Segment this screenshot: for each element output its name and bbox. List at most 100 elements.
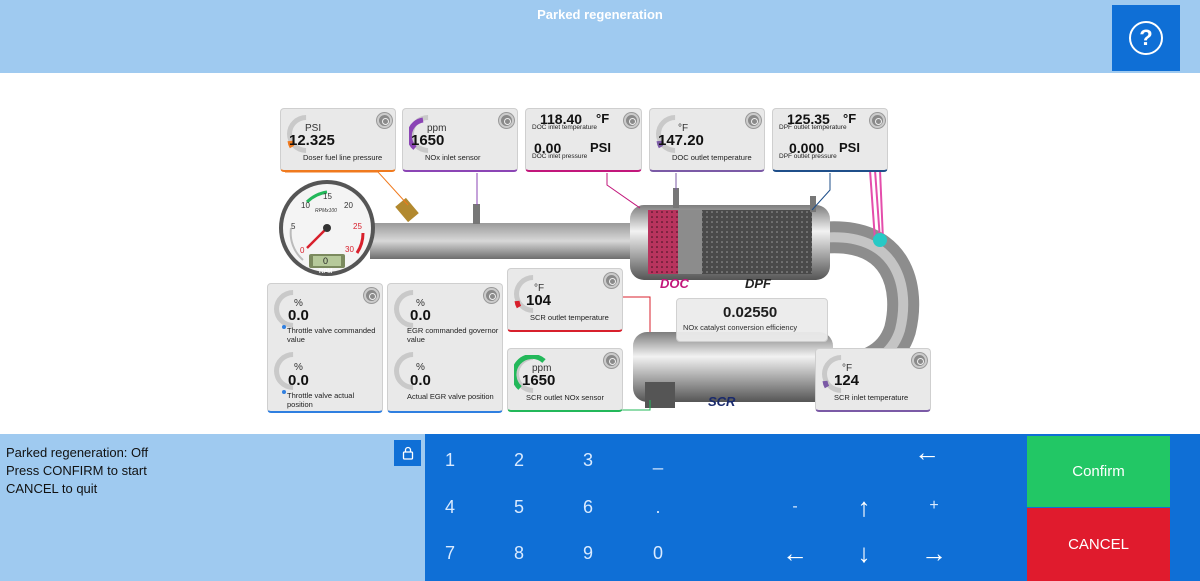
- left-arrow-key[interactable]: ←: [775, 538, 815, 569]
- nox-efficiency-value: 0.02550: [723, 304, 778, 321]
- doc-inlet-card[interactable]: 118.40 °F DOC inlet temperature 0.00 PSI…: [525, 108, 642, 172]
- tach-tick-20: 20: [344, 201, 353, 210]
- right-arrow-key[interactable]: →: [914, 538, 954, 569]
- key-dot[interactable]: .: [638, 497, 678, 518]
- dpf-outlet-temp-label: DPF outlet temperature: [779, 124, 847, 131]
- throttle-act-value: 0.0: [288, 372, 309, 389]
- doc-inlet-temp-unit: °F: [596, 111, 610, 126]
- key-5[interactable]: 5: [499, 497, 539, 518]
- doc-outlet-label: DOC outlet temperature: [672, 153, 752, 162]
- doc-label: DOC: [660, 276, 689, 291]
- nox-inlet-value: 1650: [411, 132, 445, 149]
- help-icon: ?: [1129, 21, 1163, 55]
- lock-button[interactable]: [394, 440, 421, 466]
- nox-efficiency-label: NOx catalyst conversion efficiency: [683, 323, 798, 332]
- dpf-label: DPF: [745, 276, 771, 291]
- scr-outlet-nox-card[interactable]: ppm 1650 SCR outlet NOx sensor: [506, 347, 623, 412]
- tach-tick-0: 0: [300, 246, 305, 255]
- key-6[interactable]: 6: [568, 497, 608, 518]
- gear-icon[interactable]: [364, 288, 379, 303]
- gear-icon[interactable]: [499, 113, 514, 128]
- scr-outlet-temp-card[interactable]: °F 104 SCR outlet temperature: [506, 267, 623, 332]
- dpf-outlet-pres-label: DPF outlet pressure: [779, 153, 837, 160]
- tach-tick-30: 30: [345, 245, 354, 254]
- doser-pressure-card[interactable]: PSI 12.325 Doser fuel line pressure: [279, 107, 396, 172]
- scr-outlet-temp-label: SCR outlet temperature: [530, 313, 609, 322]
- key-4[interactable]: 4: [430, 497, 470, 518]
- doc-inlet-pres-label: DOC inlet pressure: [532, 153, 588, 160]
- intake-pipe: [370, 223, 630, 259]
- gear-icon[interactable]: [624, 113, 639, 128]
- key-1[interactable]: 1: [430, 450, 470, 471]
- throttle-panel: % 0.0 Throttle valve commanded value % 0…: [266, 282, 383, 413]
- scr-outlet-temp-value: 104: [526, 292, 552, 309]
- throttle-cmd-value: 0.0: [288, 307, 309, 324]
- plus-key[interactable]: +: [914, 497, 954, 515]
- gear-icon[interactable]: [484, 288, 499, 303]
- cancel-button[interactable]: CANCEL: [1027, 508, 1170, 581]
- key-3[interactable]: 3: [568, 450, 608, 471]
- up-arrow-key[interactable]: ↑: [844, 492, 884, 523]
- down-arrow-key[interactable]: ↓: [844, 538, 884, 569]
- scr-nox-label: SCR outlet NOx sensor: [526, 393, 604, 402]
- page-title: Parked regeneration: [537, 7, 663, 22]
- status-panel: Parked regeneration: Off Press CONFIRM t…: [0, 434, 425, 581]
- scr-inlet-temp-card[interactable]: °F 124 SCR inlet temperature: [814, 347, 931, 412]
- key-underscore[interactable]: _: [638, 450, 678, 471]
- minus-key[interactable]: -: [775, 498, 815, 516]
- tach-tick-25: 25: [353, 222, 362, 231]
- key-2[interactable]: 2: [499, 450, 539, 471]
- gear-icon[interactable]: [604, 273, 619, 288]
- parked-regeneration-screen: Parked regeneration ? DOC DPF SCR 0 5 10…: [0, 0, 1200, 581]
- tach-scale: RPMx100: [315, 208, 337, 214]
- egr-cmd-label: EGR commanded governor value: [407, 326, 499, 344]
- confirm-button[interactable]: Confirm: [1027, 436, 1170, 507]
- gear-icon[interactable]: [604, 353, 619, 368]
- doc-outlet-card[interactable]: °F 147.20 DOC outlet temperature: [648, 107, 765, 172]
- gear-icon[interactable]: [870, 113, 885, 128]
- dpf-outlet-card[interactable]: 125.35 °F DPF outlet temperature 0.000 P…: [772, 108, 888, 172]
- header-bar: Parked regeneration ?: [0, 0, 1200, 73]
- scr-nox-value: 1650: [522, 372, 556, 389]
- doc-inlet-pres-unit: PSI: [590, 140, 611, 155]
- tach-readout: 0: [323, 256, 329, 266]
- backspace-key[interactable]: ←: [907, 437, 947, 468]
- key-7[interactable]: 7: [430, 543, 470, 564]
- status-line-2: Press CONFIRM to start: [6, 463, 147, 478]
- tach-tick-5: 5: [291, 222, 296, 231]
- doser-label: Doser fuel line pressure: [303, 153, 383, 162]
- key-9[interactable]: 9: [568, 543, 608, 564]
- doser-value: 12.325: [289, 132, 335, 149]
- key-8[interactable]: 8: [499, 543, 539, 564]
- status-line-3: CANCEL to quit: [6, 481, 98, 496]
- doc-core: [648, 210, 678, 274]
- throttle-cmd-label: Throttle valve commanded value: [287, 326, 376, 344]
- nox-efficiency-card[interactable]: 0.02550 NOx catalyst conversion efficien…: [676, 298, 828, 342]
- dpf-core: [702, 210, 812, 274]
- tach-tick-15: 15: [323, 192, 332, 201]
- scr-inlet-value: 124: [834, 372, 860, 389]
- scr-inlet-label: SCR inlet temperature: [834, 393, 909, 402]
- gear-icon[interactable]: [746, 113, 761, 128]
- egr-panel: % 0.0 EGR commanded governor value % 0.0…: [386, 282, 503, 413]
- tachometer: 0 5 10 15 20 25 30 RPMx100 0 RPM: [277, 178, 377, 278]
- gear-icon[interactable]: [377, 113, 392, 128]
- status-line-1: Parked regeneration: Off: [6, 445, 149, 460]
- egr-cmd-value: 0.0: [410, 307, 431, 324]
- egr-act-value: 0.0: [410, 372, 431, 389]
- doc-outlet-value: 147.20: [658, 132, 704, 149]
- scr-label: SCR: [708, 394, 736, 409]
- lock-icon: [402, 446, 413, 460]
- doser-sensor: [395, 197, 419, 223]
- egr-act-label: Actual EGR valve position: [407, 392, 494, 401]
- doc-inlet-temp-label: DOC inlet temperature: [532, 124, 598, 131]
- tach-tick-10: 10: [301, 201, 310, 210]
- gear-icon[interactable]: [912, 353, 927, 368]
- tach-label: RPM: [319, 269, 333, 275]
- throttle-act-label: Throttle valve actual position: [287, 391, 355, 409]
- nox-sensor: [473, 204, 480, 224]
- key-0[interactable]: 0: [638, 543, 678, 564]
- help-button[interactable]: ?: [1112, 5, 1180, 71]
- nox-inlet-label: NOx inlet sensor: [425, 153, 481, 162]
- nox-inlet-card[interactable]: ppm 1650 NOx inlet sensor: [401, 107, 518, 172]
